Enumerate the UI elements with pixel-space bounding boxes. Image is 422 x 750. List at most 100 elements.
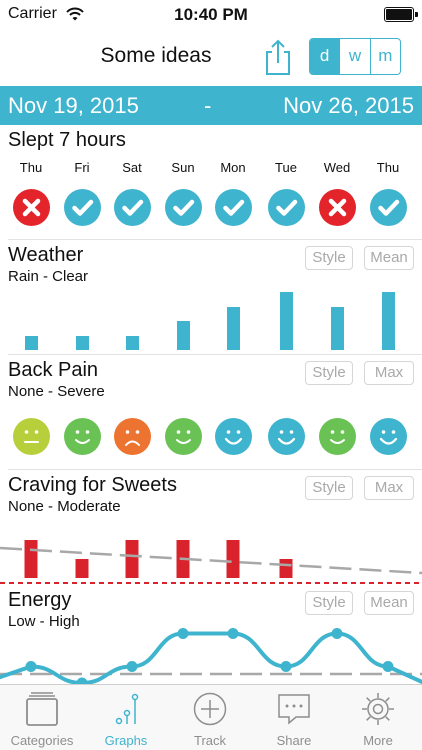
date-separator: -	[204, 93, 212, 118]
happy-face-icon	[63, 418, 101, 455]
energy-point	[177, 628, 189, 639]
end-date: Nov 26, 2015	[283, 93, 414, 118]
tab-label: Graphs	[104, 733, 148, 748]
tab-label: Categories	[10, 733, 74, 748]
section-slept[interactable]: Slept 7 hours Thu Fri Sat Sun Mon Tue We…	[0, 125, 422, 240]
mean-button[interactable]: Mean	[364, 246, 414, 270]
day-label: Sun	[171, 160, 195, 175]
weather-bar	[125, 335, 139, 350]
craving-bar	[226, 540, 240, 578]
craving-trend-line	[0, 546, 422, 575]
segment-week[interactable]: w	[339, 39, 369, 74]
sad-face-icon	[113, 418, 151, 455]
happy-face-icon	[318, 418, 356, 455]
success-mark	[113, 189, 151, 226]
very-happy-face-icon	[369, 418, 407, 455]
page-title: Some ideas	[100, 44, 212, 67]
energy-point	[227, 628, 239, 639]
energy-line	[0, 631, 422, 684]
weather-bar	[330, 306, 344, 350]
tab-more[interactable]: More	[336, 685, 420, 750]
x-icon	[22, 198, 40, 217]
tab-track[interactable]: Track	[168, 685, 252, 750]
weather-bar	[75, 335, 89, 350]
section-title: Back Pain	[8, 359, 99, 381]
section-range: None - Severe	[8, 383, 105, 400]
check-icon	[121, 199, 143, 216]
segment-month[interactable]: m	[369, 39, 400, 74]
fail-mark	[318, 189, 356, 226]
day-label: Thu	[19, 160, 43, 175]
tab-share[interactable]: Share	[252, 685, 336, 750]
neutral-face-icon	[12, 418, 50, 455]
weather-bar	[24, 335, 38, 350]
day-label: Wed	[323, 160, 351, 175]
tab-categories[interactable]: Categories	[0, 685, 84, 750]
check-icon	[275, 199, 297, 216]
share-icon	[266, 39, 290, 75]
check-icon	[222, 199, 244, 216]
success-mark	[164, 189, 202, 226]
check-icon	[172, 199, 194, 216]
tab-graphs[interactable]: Graphs	[84, 685, 168, 750]
status-bar: Carrier 10:40 PM	[0, 0, 422, 30]
energy-point	[126, 661, 138, 672]
section-weather[interactable]: Weather Rain - Clear Style Mean	[0, 240, 422, 355]
style-button[interactable]: Style	[305, 246, 353, 270]
energy-point	[331, 628, 343, 639]
speech-bubble-icon	[278, 694, 310, 725]
x-icon	[328, 198, 346, 217]
gear-icon	[362, 693, 394, 725]
energy-point	[25, 661, 37, 672]
section-title: Weather	[8, 244, 84, 266]
weather-bar	[279, 292, 293, 350]
nav-bar: Some ideas d w m	[0, 30, 422, 86]
success-mark	[214, 189, 252, 226]
tab-bar: Categories Graphs Track Share More	[0, 684, 422, 750]
date-range-bar[interactable]: Nov 19, 2015 - Nov 26, 2015	[0, 86, 422, 125]
max-button[interactable]: Max	[364, 361, 414, 385]
craving-chart	[0, 540, 422, 584]
day-label: Thu	[376, 160, 400, 175]
weather-bar	[381, 292, 395, 350]
energy-chart	[0, 628, 422, 684]
happy-face-icon	[164, 418, 202, 455]
craving-bar	[24, 540, 38, 578]
tab-label: More	[363, 733, 393, 748]
section-craving[interactable]: Craving for Sweets None - Moderate Style…	[0, 470, 422, 585]
section-back-pain[interactable]: Back Pain None - Severe Style Max	[0, 355, 422, 470]
success-mark	[267, 189, 305, 226]
section-range: Rain - Clear	[8, 268, 89, 285]
section-energy[interactable]: Energy Low - High Style Mean	[0, 585, 422, 684]
check-icon	[377, 199, 399, 216]
tab-label: Track	[193, 733, 227, 748]
day-label: Mon	[220, 160, 246, 175]
day-label: Sat	[122, 160, 142, 175]
day-label: Fri	[74, 160, 90, 175]
graph-icon	[115, 693, 139, 725]
weather-bar	[226, 306, 240, 350]
plus-circle-icon	[193, 692, 227, 726]
battery-icon	[384, 7, 418, 22]
fail-mark	[12, 189, 50, 226]
success-mark	[63, 189, 101, 226]
section-title: Slept 7 hours	[8, 129, 126, 151]
day-label: Tue	[275, 160, 297, 175]
folder-icon	[26, 692, 58, 726]
status-time: 10:40 PM	[174, 5, 248, 24]
very-happy-face-icon	[267, 418, 305, 455]
craving-bar	[125, 540, 139, 578]
share-button[interactable]	[262, 38, 294, 76]
start-date: Nov 19, 2015	[8, 93, 139, 118]
craving-bar	[75, 559, 89, 578]
weather-bar	[176, 321, 190, 350]
very-happy-face-icon	[214, 418, 252, 455]
period-segmented-control[interactable]: d w m	[309, 38, 401, 75]
craving-bar	[279, 559, 293, 578]
day-labels: Thu Fri Sat Sun Mon Tue Wed Thu	[0, 160, 422, 176]
style-button[interactable]: Style	[305, 361, 353, 385]
tab-label: Share	[276, 733, 312, 748]
energy-point	[280, 661, 292, 672]
success-mark	[369, 189, 407, 226]
segment-day[interactable]: d	[310, 39, 340, 74]
